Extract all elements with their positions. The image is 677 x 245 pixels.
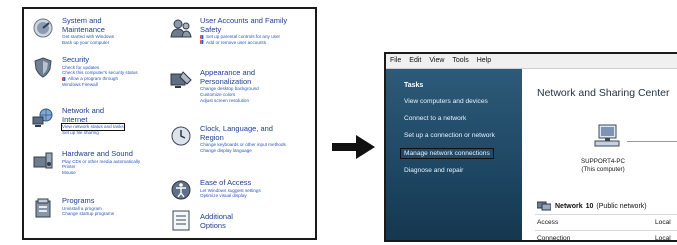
category-link[interactable]: Allow a program through Windows Firewall xyxy=(62,76,134,88)
menu-file[interactable]: File xyxy=(386,54,405,68)
task-setup-connection[interactable]: Set up a connection or network xyxy=(404,132,495,139)
category-title[interactable]: Additional Options xyxy=(200,212,233,230)
menu-view[interactable]: View xyxy=(425,54,448,68)
category-link[interactable]: Change display language xyxy=(200,148,296,154)
task-connect-network[interactable]: Connect to a network xyxy=(404,115,466,122)
view-network-status-link[interactable]: View network status and tasks xyxy=(61,123,125,131)
computer-name: SUPPORT4-PC xyxy=(581,158,625,165)
network-content: Network and Sharing Center SUPPORT4-PC (… xyxy=(523,69,677,240)
page-title: Network and Sharing Center xyxy=(537,87,670,99)
category-link[interactable]: Back up your computer xyxy=(62,40,114,46)
category-link[interactable]: Set up file sharing xyxy=(62,130,124,136)
computer-label: SUPPORT4-PC (This computer) xyxy=(553,158,653,174)
divider xyxy=(535,214,677,215)
category-title[interactable]: Security xyxy=(62,55,138,65)
access-row: Access Local xyxy=(537,219,671,226)
category-title[interactable]: User Accounts and Family Safety xyxy=(200,16,310,34)
appearance-icon xyxy=(170,71,192,88)
access-label: Access xyxy=(537,219,559,226)
category-title[interactable]: Hardware and Sound xyxy=(62,149,140,159)
clock-globe-icon xyxy=(171,126,191,146)
network-type: (Public network) xyxy=(596,202,647,210)
task-view-computers[interactable]: View computers and devices xyxy=(404,98,488,105)
menu-tools[interactable]: Tools xyxy=(448,54,472,68)
connection-label: Connection xyxy=(537,235,571,242)
connection-row: Connection Local xyxy=(537,235,671,242)
network-icon xyxy=(537,201,551,211)
category-title[interactable]: System and Maintenance xyxy=(62,16,114,34)
network-header: Network 10 (Public network) xyxy=(537,201,647,211)
network-internet-icon xyxy=(32,108,53,127)
category-link[interactable]: Get started with Windows xyxy=(62,34,114,40)
category-link[interactable]: Optimize visual display xyxy=(200,193,296,199)
computer-sub: (This computer) xyxy=(581,166,625,173)
network-name: Network xyxy=(555,202,583,210)
category-title[interactable]: Network and Internet xyxy=(62,106,124,124)
right-arrow-icon xyxy=(332,135,375,159)
tasks-heading: Tasks xyxy=(404,82,424,89)
user-accounts-icon xyxy=(170,19,192,38)
system-maintenance-icon xyxy=(33,18,53,38)
task-diagnose-repair[interactable]: Diagnose and repair xyxy=(404,167,463,174)
computer-icon[interactable] xyxy=(593,124,621,150)
tasks-sidebar: Tasks View computers and devices Connect… xyxy=(386,69,522,240)
category-link[interactable]: Mouse xyxy=(62,170,140,176)
category-title[interactable]: Programs xyxy=(62,196,114,206)
network-map-line xyxy=(627,141,677,142)
connection-value: Local xyxy=(655,235,671,242)
additional-options-icon xyxy=(172,210,190,231)
network-sharing-window: File Edit View Tools Help Tasks View com… xyxy=(384,52,677,242)
category-title[interactable]: Clock, Language, and Region xyxy=(200,124,296,142)
menu-bar: File Edit View Tools Help xyxy=(386,54,677,69)
task-manage-connections[interactable]: Manage network connections xyxy=(400,148,494,159)
divider xyxy=(535,230,677,231)
category-title[interactable]: Appearance and Personalization xyxy=(200,68,290,86)
category-link[interactable]: Change startup programs xyxy=(62,211,114,217)
hardware-sound-icon xyxy=(33,152,53,169)
category-link[interactable]: Add or remove user accounts xyxy=(200,40,310,46)
category-title[interactable]: Ease of Access xyxy=(200,178,296,188)
programs-icon xyxy=(35,198,51,218)
category-link[interactable]: Change keyboards or other input methods xyxy=(200,142,296,148)
category-link[interactable]: Adjust screen resolution xyxy=(200,98,290,104)
network-number: 10 xyxy=(585,202,594,210)
menu-edit[interactable]: Edit xyxy=(405,54,425,68)
control-panel-window: System and Maintenance Get started with … xyxy=(22,7,317,240)
security-shield-icon xyxy=(34,57,52,78)
ease-of-access-icon xyxy=(171,180,191,200)
access-value: Local xyxy=(655,219,671,226)
menu-help[interactable]: Help xyxy=(473,54,495,68)
